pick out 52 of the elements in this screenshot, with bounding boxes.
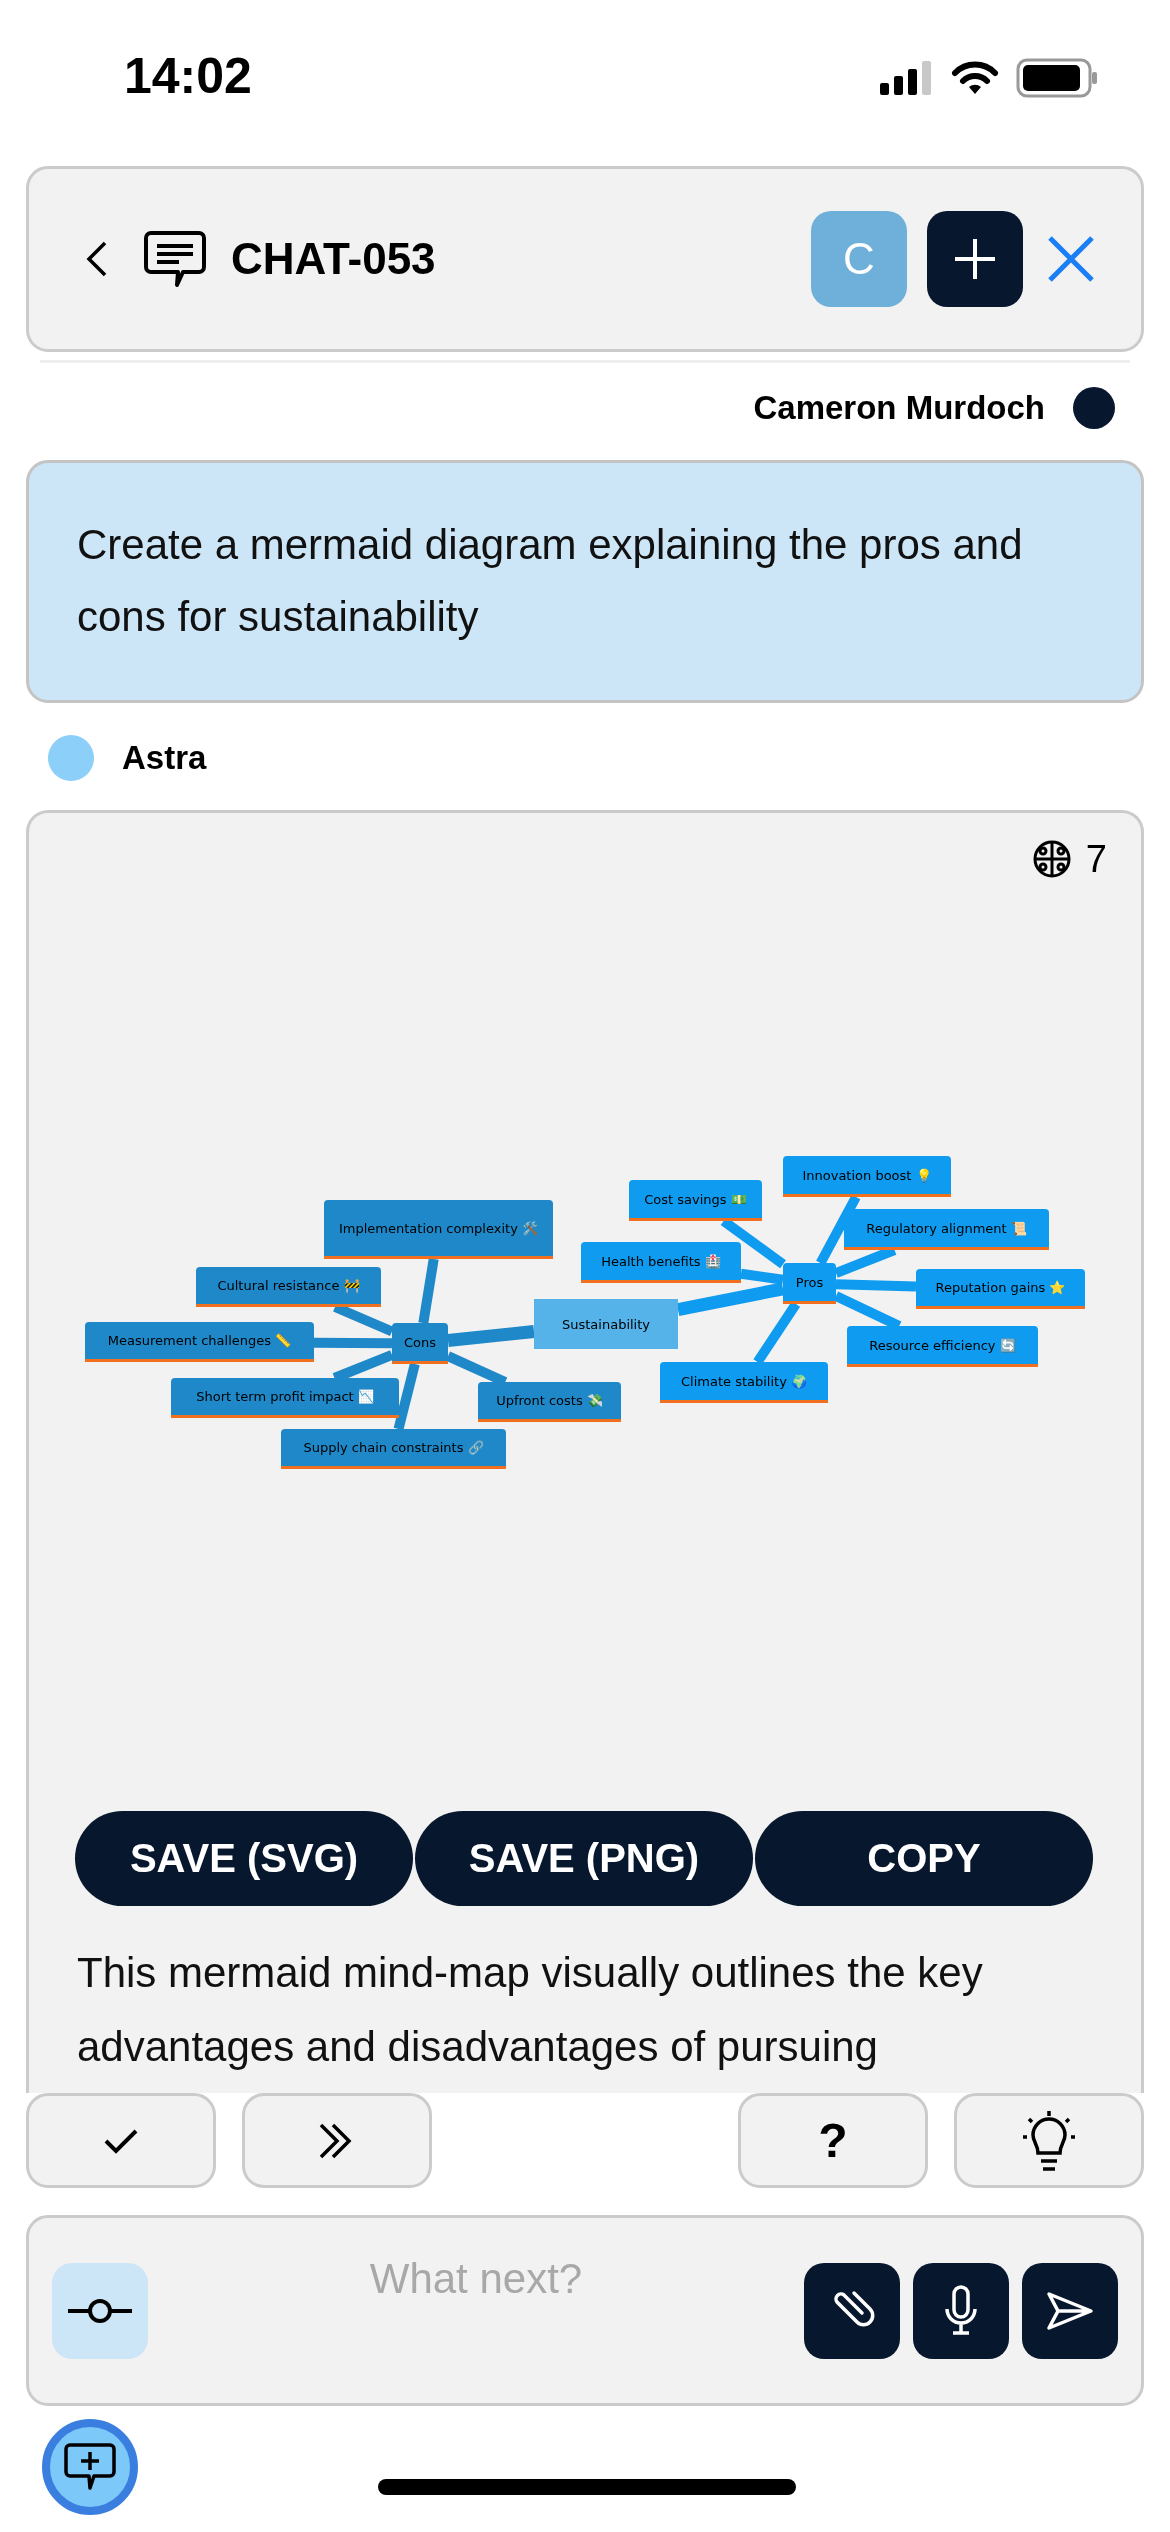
commit-button[interactable] — [52, 2262, 148, 2359]
action-button[interactable]: COPY — [755, 1811, 1093, 1906]
leaf-node: Short term profit impact 📉 — [171, 1378, 399, 1418]
assistant-avatar — [48, 735, 94, 781]
message-text: Create a mermaid diagram explaining the pros and cons for sustainability — [77, 520, 1024, 642]
user-avatar — [1073, 387, 1115, 429]
leaf-node: Implementation complexity 🛠 — [324, 1200, 553, 1259]
branch-line — [418, 1258, 439, 1324]
commit-icon — [68, 2296, 132, 2325]
action-button[interactable]: SAVE (PNG) — [415, 1811, 753, 1906]
leaf-node: Supply chain constraints 🔗 — [281, 1429, 506, 1469]
attach-button[interactable] — [804, 2262, 900, 2359]
chat-plus-icon — [64, 2442, 116, 2492]
signal-icon — [880, 61, 934, 95]
wifi-icon — [950, 60, 1000, 96]
author-name: Cameron Murdoch — [753, 389, 1045, 427]
help-button[interactable]: ? — [738, 2093, 928, 2188]
leaf-node: Measurement challenges 📏 — [85, 1322, 314, 1362]
leaf-node: Cost savings 💵 — [629, 1180, 762, 1221]
send-icon — [1046, 2290, 1094, 2331]
microphone-icon — [943, 2284, 979, 2337]
status-time: 14:02 — [124, 47, 252, 106]
chat-title: CHAT-053 — [231, 234, 436, 284]
leaf-node: Reputation gains ⭐ — [916, 1269, 1085, 1309]
action-button[interactable]: SAVE (SVG) — [75, 1811, 413, 1906]
leaf-node: Regulatory alignment 📜 — [844, 1209, 1049, 1250]
branch-node: Cons — [392, 1323, 448, 1364]
leaf-node: Innovation boost 💡 — [783, 1156, 951, 1197]
battery-icon — [1016, 58, 1098, 98]
brain-icon — [1031, 839, 1072, 879]
author-name: Astra — [122, 739, 207, 777]
leaf-node: Climate stability 🌍 — [660, 1362, 828, 1403]
message-input[interactable]: What next? — [161, 2248, 791, 2310]
back-button[interactable] — [85, 239, 109, 279]
leaf-node: Cultural resistance 🚧 — [196, 1267, 381, 1307]
close-button[interactable] — [1047, 235, 1095, 283]
branch-node: Pros — [783, 1263, 836, 1304]
leaf-node: Health benefits 🏥 — [581, 1242, 741, 1283]
idea-button[interactable] — [954, 2093, 1144, 2188]
send-button[interactable] — [1022, 2262, 1118, 2359]
back-icon — [85, 239, 109, 279]
leaf-node: Upfront costs 💸 — [478, 1382, 621, 1422]
microphone-button[interactable] — [913, 2262, 1009, 2359]
leaf-node: Resource efficiency 🔄 — [847, 1326, 1038, 1367]
close-icon — [1047, 235, 1095, 283]
plus-icon — [953, 237, 997, 281]
model-count: 7 — [1085, 837, 1107, 881]
new-chat-button[interactable] — [927, 211, 1023, 307]
root-node: Sustainability — [534, 1299, 678, 1349]
lightbulb-icon — [1021, 2108, 1077, 2173]
chat-icon — [143, 229, 207, 289]
response-text: This mermaid mind-map visually outlines the key advantages and disadvantages of pursuing — [77, 1948, 984, 2072]
